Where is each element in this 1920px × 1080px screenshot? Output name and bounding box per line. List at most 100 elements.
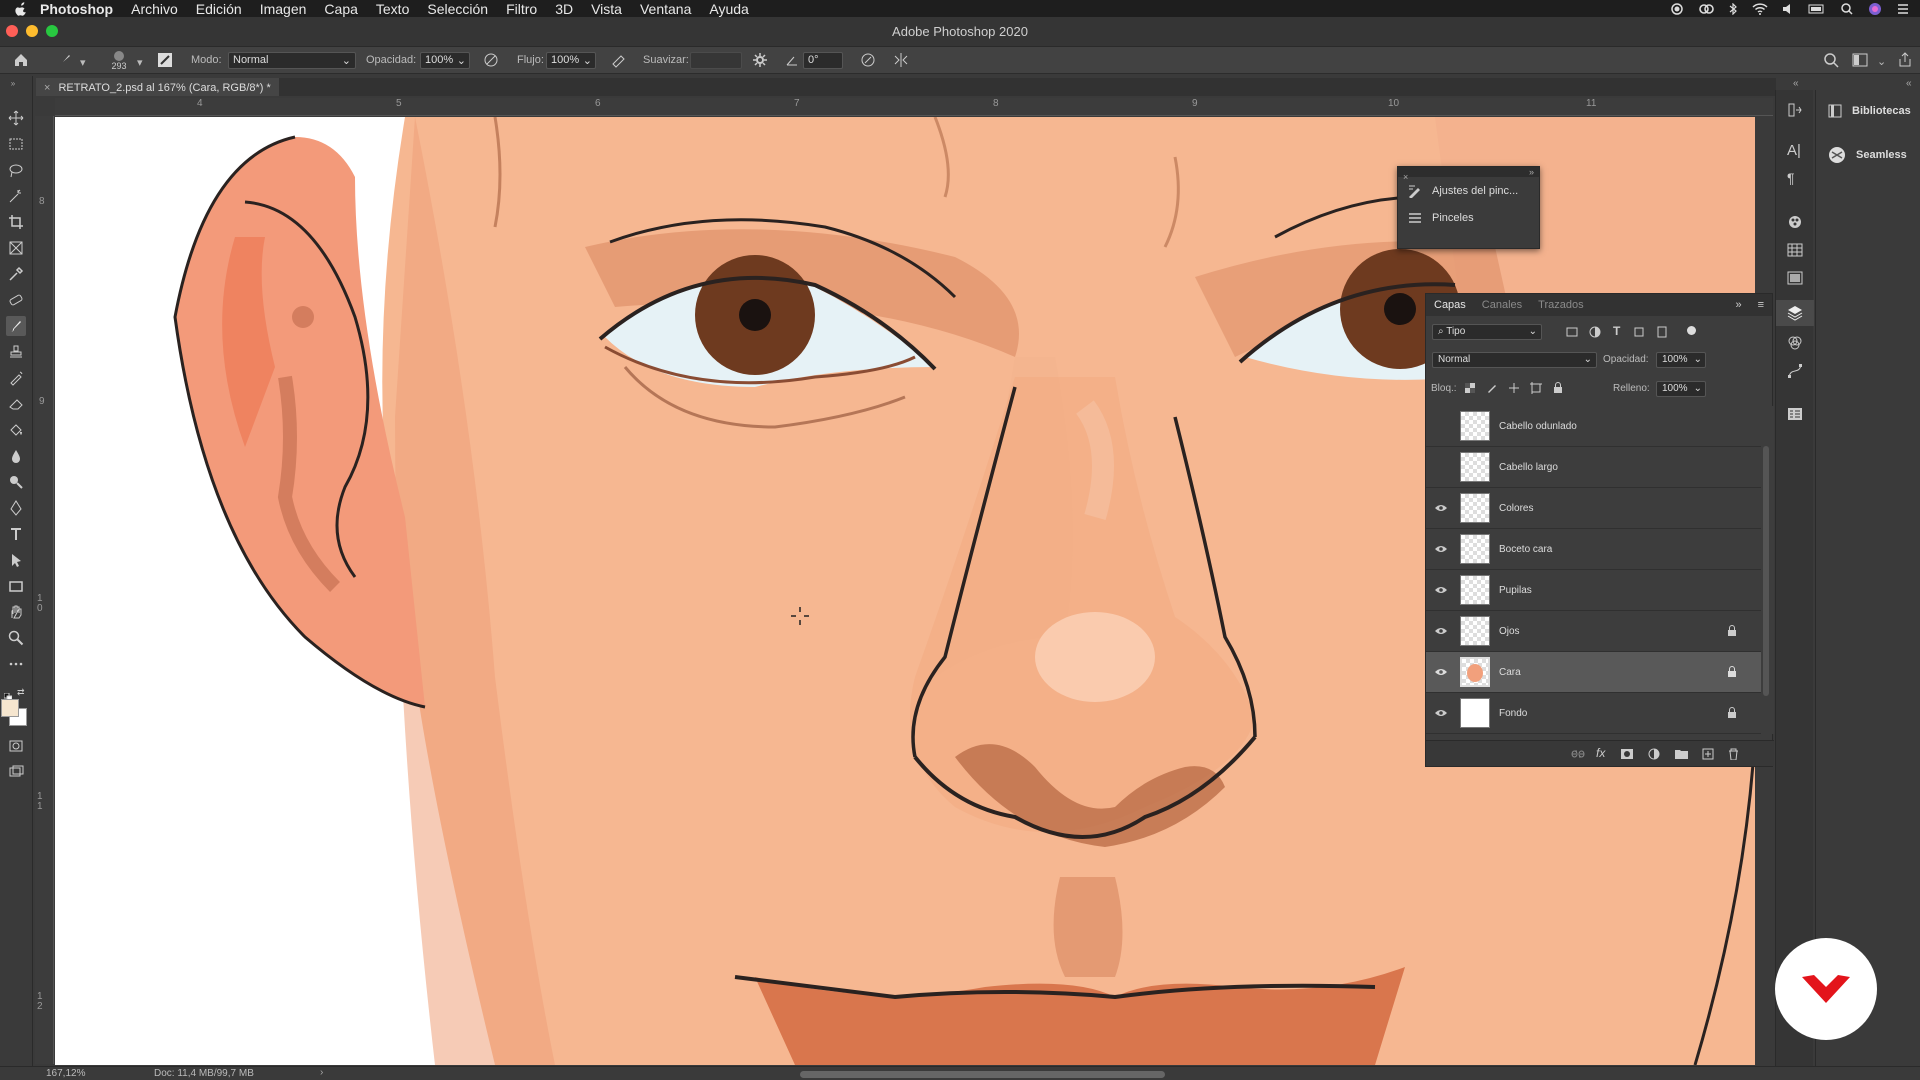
layer-name[interactable]: Ojos <box>1499 626 1520 637</box>
home-icon[interactable] <box>13 52 29 68</box>
share-icon[interactable] <box>1897 52 1913 68</box>
history-panel-icon[interactable] <box>1787 102 1803 118</box>
layer-row-selected[interactable]: Cara <box>1426 652 1761 693</box>
flow-field[interactable]: 100% ⌄ <box>546 52 596 69</box>
history-brush-tool-icon[interactable] <box>6 368 26 388</box>
collapse-toolbar-icon[interactable]: » <box>3 78 23 88</box>
zoom-tool-icon[interactable] <box>6 628 26 648</box>
expand-panels-icon[interactable]: « <box>1906 78 1912 89</box>
battery-icon[interactable] <box>1808 3 1826 15</box>
gear-icon[interactable] <box>752 52 768 68</box>
eye-icon[interactable] <box>1426 586 1456 594</box>
layer-name[interactable]: Colores <box>1499 503 1533 514</box>
paths-panel-icon[interactable] <box>1787 363 1803 379</box>
menu-archivo[interactable]: Archivo <box>131 1 178 17</box>
menu-edicion[interactable]: Edición <box>196 1 242 17</box>
filter-toggle-icon[interactable] <box>1687 326 1696 335</box>
layer-row[interactable]: Colores <box>1426 488 1761 529</box>
pen-tool-icon[interactable] <box>6 498 26 518</box>
horizontal-scrollbar[interactable] <box>800 1071 1165 1078</box>
hand-tool-icon[interactable] <box>6 602 26 622</box>
eraser-tool-icon[interactable] <box>6 394 26 414</box>
airbrush-icon[interactable] <box>611 52 627 68</box>
new-layer-icon[interactable] <box>1702 748 1714 760</box>
layer-row[interactable]: Cabello largo <box>1426 447 1761 488</box>
foreground-color-swatch[interactable] <box>1 699 19 717</box>
bluetooth-icon[interactable] <box>1728 2 1738 15</box>
paint-bucket-tool-icon[interactable] <box>6 420 26 440</box>
collapse-icon[interactable]: » <box>1529 167 1534 177</box>
move-tool-icon[interactable] <box>6 108 26 128</box>
layer-opacity-field[interactable]: 100% ⌄ <box>1656 352 1706 368</box>
layer-filter-select[interactable]: ⌕ Tipo ⌄ <box>1432 324 1542 340</box>
brush-size-picker[interactable]: 293 <box>104 50 134 72</box>
collapse-panels-icon[interactable]: « <box>1793 78 1799 89</box>
adjustment-layer-icon[interactable] <box>1648 748 1660 760</box>
eye-icon[interactable] <box>1426 545 1456 553</box>
seamless-item[interactable]: Seamless <box>1828 146 1907 164</box>
menu-3d[interactable]: 3D <box>555 1 573 17</box>
symmetry-icon[interactable] <box>893 52 909 68</box>
layer-name[interactable]: Cara <box>1499 667 1521 678</box>
menu-filtro[interactable]: Filtro <box>506 1 537 17</box>
blend-mode-select[interactable]: Normal ⌄ <box>1432 352 1597 368</box>
layer-name[interactable]: Cabello odunlado <box>1499 421 1577 432</box>
path-selection-tool-icon[interactable] <box>6 550 26 570</box>
brushes-item[interactable]: Pinceles <box>1398 204 1539 231</box>
layer-row[interactable]: Cabello odunlado <box>1426 406 1761 447</box>
folder-icon[interactable] <box>1675 748 1688 760</box>
volume-icon[interactable] <box>1782 3 1794 15</box>
lasso-tool-icon[interactable] <box>6 160 26 180</box>
close-tab-icon[interactable]: × <box>44 82 50 94</box>
eye-icon[interactable] <box>1426 668 1456 676</box>
crop-tool-icon[interactable] <box>6 212 26 232</box>
filter-smart-object-icon[interactable] <box>1656 326 1668 338</box>
layer-row[interactable]: Ojos <box>1426 611 1761 652</box>
type-tool-icon[interactable] <box>6 524 26 544</box>
menu-photoshop[interactable]: Photoshop <box>40 1 113 17</box>
more-tools-icon[interactable] <box>6 654 26 674</box>
spotlight-icon[interactable] <box>1840 2 1854 15</box>
character-panel-icon[interactable]: A| <box>1787 142 1803 159</box>
layer-mask-icon[interactable] <box>1621 748 1633 760</box>
lock-position-icon[interactable] <box>1508 382 1520 394</box>
link-layers-icon[interactable] <box>1571 748 1585 760</box>
notification-center-icon[interactable] <box>1896 3 1910 15</box>
dodge-tool-icon[interactable] <box>6 472 26 492</box>
brush-settings-item[interactable]: Ajustes del pinc... <box>1398 177 1539 204</box>
lock-transparency-icon[interactable] <box>1464 382 1476 394</box>
panel-menu-icon[interactable]: ≡ <box>1750 299 1772 311</box>
screen-mode-icon[interactable] <box>6 762 26 782</box>
layer-list-scrollbar[interactable] <box>1763 446 1769 696</box>
eye-icon[interactable] <box>1426 709 1456 717</box>
brush-tool-icon[interactable] <box>6 316 26 336</box>
swatches-panel-icon[interactable] <box>1787 242 1803 258</box>
menu-texto[interactable]: Texto <box>376 1 409 17</box>
layer-name[interactable]: Fondo <box>1499 708 1527 719</box>
angle-field[interactable]: 0° <box>803 52 843 69</box>
search-icon[interactable] <box>1823 52 1839 68</box>
eyedropper-tool-icon[interactable] <box>6 264 26 284</box>
mode-select[interactable]: Normal ⌄ <box>228 52 356 69</box>
layer-row[interactable]: Boceto cara <box>1426 529 1761 570</box>
filter-pixel-icon[interactable] <box>1566 326 1578 338</box>
lock-all-icon[interactable] <box>1552 382 1564 394</box>
layer-name[interactable]: Cabello largo <box>1499 462 1558 473</box>
channels-panel-icon[interactable] <box>1787 335 1803 351</box>
filter-shape-icon[interactable] <box>1633 326 1645 338</box>
chevron-down-icon[interactable]: ⌄ <box>1877 55 1886 68</box>
pressure-opacity-icon[interactable] <box>483 52 499 68</box>
collapse-icon[interactable]: » <box>1727 299 1749 311</box>
menu-ayuda[interactable]: Ayuda <box>709 1 748 17</box>
smoothing-field[interactable] <box>690 52 742 69</box>
brush-tool-preset-icon[interactable] <box>57 52 73 68</box>
filter-type-icon[interactable]: T <box>1613 324 1620 338</box>
eye-icon[interactable] <box>1426 504 1456 512</box>
panel-header[interactable]: × » <box>1398 167 1539 182</box>
menu-imagen[interactable]: Imagen <box>260 1 307 17</box>
quick-mask-icon[interactable] <box>6 736 26 756</box>
lock-pixels-icon[interactable] <box>1486 382 1498 394</box>
tab-canales[interactable]: Canales <box>1474 299 1530 311</box>
wifi-icon[interactable] <box>1752 2 1768 15</box>
document-tab[interactable]: × RETRATO_2.psd al 167% (Cara, RGB/8*) * <box>36 78 279 96</box>
